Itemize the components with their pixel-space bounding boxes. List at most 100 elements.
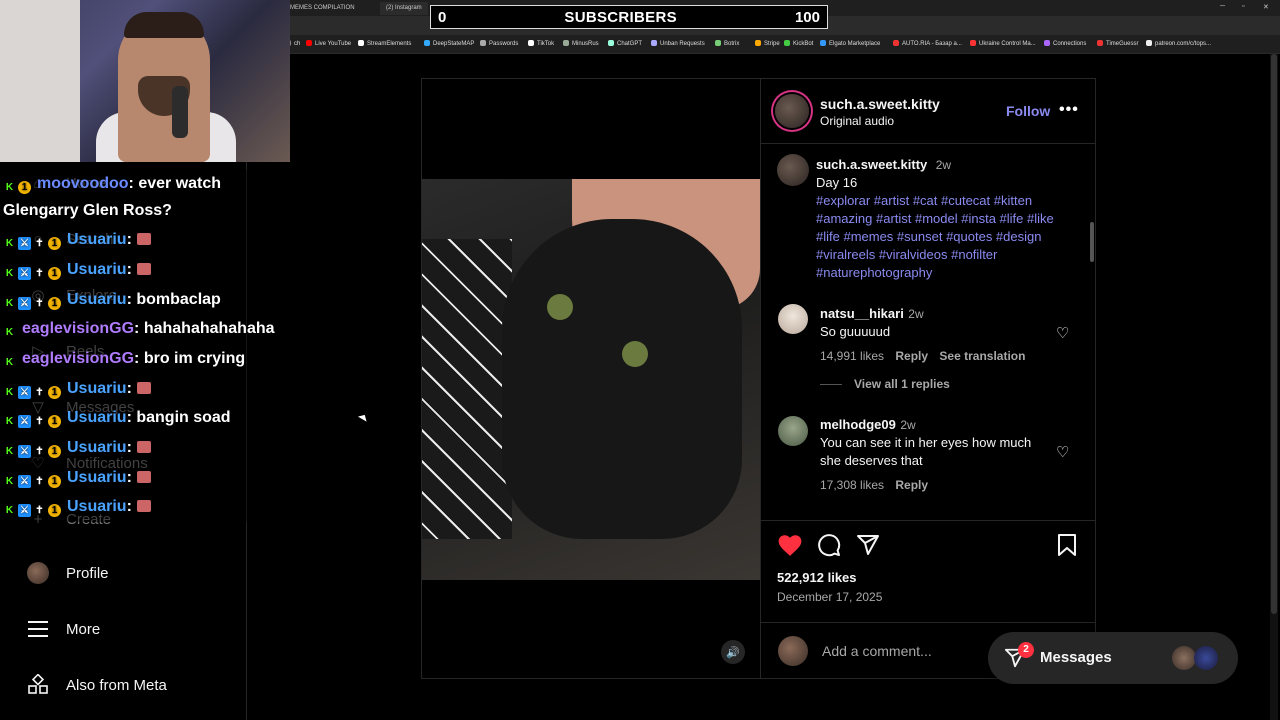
bookmark-item[interactable]: patreon.com/c/tops... (1146, 40, 1211, 48)
comment-username[interactable]: melhodge09 (820, 417, 896, 432)
volume-icon[interactable]: 🔊 (721, 640, 745, 664)
tab-memes-compilation[interactable]: MEMES COMPILATION (284, 2, 361, 15)
bookmark-favicon-icon (424, 40, 430, 46)
caption-hashtags[interactable]: #explorar #artist #cat #cutecat #kitten … (816, 192, 1078, 282)
bookmark-item[interactable]: Unban Requests (651, 40, 705, 48)
caption-username[interactable]: such.a.sweet.kitty (816, 157, 927, 172)
chat-badges: K ⚔ ✝ 1 (3, 292, 63, 312)
audio-label[interactable]: Original audio (820, 114, 894, 128)
comment-avatar[interactable] (778, 416, 808, 446)
bookmark-item[interactable]: Connections (1044, 40, 1086, 48)
streamer-webcam (0, 0, 290, 162)
subscriber-count-right: 100 (794, 8, 820, 26)
caption-avatar[interactable] (777, 154, 809, 186)
post-actions: 522,912 likes December 17, 2025 (761, 521, 1096, 621)
chat-username[interactable]: Usuariu (67, 439, 127, 456)
comment-age: 2w (900, 418, 916, 432)
comment-like-icon[interactable]: ♡ (1056, 324, 1069, 342)
bookmark-label: KickBot (793, 41, 814, 47)
chat-username[interactable]: Usuariu (67, 231, 127, 248)
chat-username[interactable]: Usuariu (67, 469, 127, 486)
bookmark-item[interactable]: Ukraine Control Ma... (970, 40, 1036, 48)
chat-username[interactable]: Usuariu (67, 380, 127, 397)
kick-badge-icon: K (5, 446, 14, 457)
gift-badge-icon: 1 (48, 445, 61, 458)
bookmark-item[interactable]: TimeGuessr (1097, 40, 1138, 48)
chat-username[interactable]: eaglevisionGG (22, 320, 134, 337)
bookmark-item[interactable]: Botrix (715, 40, 739, 48)
share-icon[interactable] (856, 533, 880, 562)
chat-username[interactable]: moovoodoo (37, 175, 129, 192)
chat-badges: K1 (3, 176, 33, 196)
author-username[interactable]: such.a.sweet.kitty (820, 96, 940, 112)
chat-username[interactable]: Usuariu (67, 291, 127, 308)
chat-username[interactable]: eaglevisionGG (22, 350, 134, 367)
bookmark-item[interactable]: Passwords (480, 40, 518, 48)
chat-username[interactable]: Usuariu (67, 498, 127, 515)
view-replies-button[interactable]: View all 1 replies (854, 377, 950, 391)
bookmark-item[interactable]: AUTO.RIA - Базар а... (893, 40, 962, 48)
bookmark-item[interactable]: TikTok (528, 40, 554, 48)
comment-reply-button[interactable]: Reply (895, 349, 928, 363)
bookmark-favicon-icon (1044, 40, 1050, 46)
subscriber-badge-icon: ⚔ (18, 297, 31, 310)
cat-video-frame[interactable] (422, 179, 760, 580)
caption-text: Day 16 (816, 175, 858, 190)
kick-badge-icon: K (5, 387, 14, 398)
subscriber-badge-icon: ⚔ (18, 237, 31, 250)
bookmark-item[interactable]: StreamElements (358, 40, 411, 48)
comment-avatar[interactable] (778, 304, 808, 334)
bookmark-item[interactable]: Stripe (755, 40, 780, 48)
comment-like-icon[interactable]: ♡ (1056, 443, 1069, 461)
bookmark-favicon-icon (1097, 40, 1103, 46)
author-avatar[interactable] (775, 94, 809, 128)
bookmark-favicon-icon (1146, 40, 1152, 46)
bookmark-item[interactable]: Elgato Marketplace (820, 40, 880, 48)
subscriber-count-left: 0 (438, 8, 447, 26)
nav-profile[interactable]: Profile (27, 558, 109, 588)
kick-badge-icon: K (5, 416, 14, 427)
bookmark-label: MinusRus (572, 41, 599, 47)
page-scrollbar[interactable] (1270, 54, 1278, 720)
bookmark-icon[interactable] (1057, 533, 1077, 562)
close-window-icon[interactable]: ✕ (1263, 3, 1269, 11)
comment-likes[interactable]: 14,991 likes (820, 349, 884, 363)
comment-likes[interactable]: 17,308 likes (820, 478, 884, 492)
minimize-icon[interactable]: ─ (1220, 3, 1225, 10)
like-count[interactable]: 522,912 likes (777, 570, 857, 585)
chat-username[interactable]: Usuariu (67, 409, 127, 426)
like-heart-icon[interactable] (777, 533, 803, 562)
see-translation-button[interactable]: See translation (939, 349, 1025, 363)
maximize-icon[interactable]: ▫ (1242, 3, 1244, 10)
bookmark-label: Stripe (764, 41, 780, 47)
comments-scrollbar[interactable] (1090, 222, 1094, 262)
tab-instagram[interactable]: (2) Instagram (380, 2, 428, 15)
comment-icon[interactable] (817, 533, 841, 562)
reel-video[interactable]: 🔊 (422, 79, 760, 678)
messages-floating-button[interactable]: 2 Messages (988, 632, 1238, 684)
add-comment-input[interactable]: Add a comment... (822, 643, 932, 659)
gift-badge-icon: 1 (48, 475, 61, 488)
nav-more[interactable]: More (27, 614, 100, 644)
bookmark-item[interactable]: ChatGPT (608, 40, 642, 48)
bookmark-item[interactable]: KickBot (784, 40, 813, 48)
kick-badge-icon: K (5, 238, 14, 249)
chat-message: K ⚔ ✝ 1 Usuariu: (3, 379, 151, 401)
more-options-icon[interactable]: ••• (1059, 101, 1079, 119)
comment-reply-button[interactable]: Reply (895, 478, 928, 492)
bookmark-item[interactable]: Live YouTube (306, 40, 351, 48)
nav-also-from-meta[interactable]: Also from Meta (27, 670, 167, 700)
gift-badge-icon: 1 (48, 297, 61, 310)
follow-button[interactable]: Follow (1006, 103, 1050, 119)
kick-badge-icon: K (5, 476, 14, 487)
comment-username[interactable]: natsu__hikari (820, 306, 904, 321)
bookmark-item[interactable]: MinusRus (563, 40, 599, 48)
tier-badge-icon: ✝ (35, 268, 44, 279)
chat-username[interactable]: Usuariu (67, 261, 127, 278)
comment-age: 2w (908, 307, 924, 321)
bookmark-item[interactable]: DeepStateMAP (424, 40, 474, 48)
subscriber-badge-icon: ⚔ (18, 445, 31, 458)
chat-message: K ⚔ ✝ 1 Usuariu: (3, 468, 151, 490)
chat-text: : bangin soad (126, 409, 231, 426)
caption-age: 2w (935, 158, 952, 172)
